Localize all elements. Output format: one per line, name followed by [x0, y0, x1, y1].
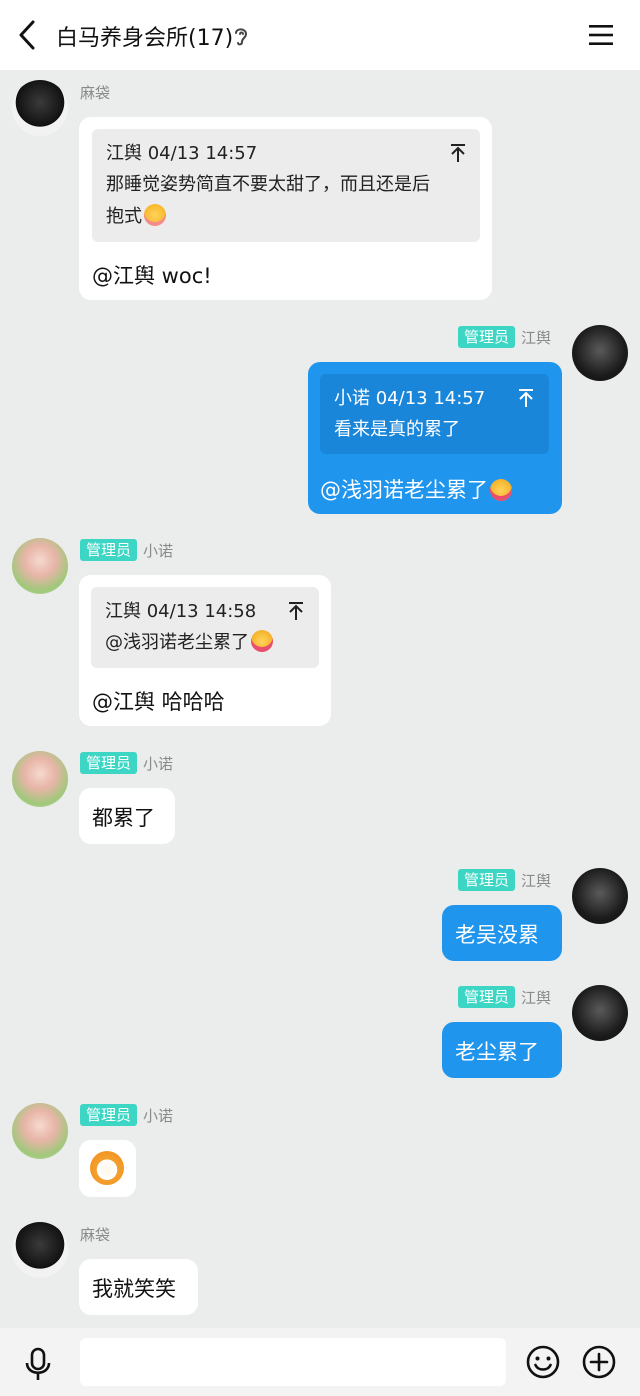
- sender-row: 管理员 江舆: [458, 325, 551, 349]
- avatar[interactable]: [572, 325, 628, 381]
- message-bubble[interactable]: 都累了: [79, 788, 175, 844]
- message-input[interactable]: [80, 1338, 506, 1386]
- sender-name: 麻袋: [80, 83, 111, 102]
- admin-badge: 管理员: [80, 1104, 138, 1126]
- message-bubble[interactable]: 我就笑笑: [79, 1259, 198, 1315]
- message-bubble[interactable]: 小诺 04/13 14:57 看来是真的累了 @浅羽诺老尘累了: [308, 362, 562, 514]
- message-bubble[interactable]: 江舆 04/13 14:58 @浅羽诺老尘累了 @江舆 哈哈哈: [79, 575, 331, 726]
- menu-button[interactable]: [586, 22, 616, 48]
- sender-row: 管理员 小诺: [80, 751, 173, 775]
- sender-row: 管理员 江舆: [458, 868, 551, 892]
- pin-top-icon[interactable]: [287, 601, 305, 621]
- ear-icon[interactable]: [232, 24, 250, 48]
- pin-top-icon[interactable]: [517, 388, 535, 408]
- emoji-blush-icon: [144, 204, 166, 226]
- sender-name: 江舆: [521, 328, 552, 347]
- quote-header: 小诺 04/13 14:57: [334, 388, 486, 409]
- input-bar: [0, 1328, 640, 1396]
- message-bubble[interactable]: 江舆 04/13 14:57 那睡觉姿势简直不要太甜了，而且还是后 抱式 @江舆 …: [79, 117, 492, 300]
- quote-text: 看来是真的累了: [334, 419, 460, 440]
- plus-button[interactable]: [581, 1344, 617, 1380]
- admin-badge: 管理员: [458, 869, 516, 891]
- quote-header: 江舆 04/13 14:58: [105, 601, 257, 622]
- emoji-icon: [526, 1345, 560, 1379]
- message-text: 都累了: [92, 806, 155, 830]
- avatar[interactable]: [12, 1103, 68, 1159]
- sender-name: 小诺: [143, 541, 174, 560]
- emoji-tongue-icon: [490, 479, 512, 501]
- message-bubble[interactable]: 老吴没累: [442, 905, 562, 961]
- sender-row: 管理员 小诺: [80, 538, 173, 562]
- avatar[interactable]: [12, 751, 68, 807]
- shiba-sticker-icon[interactable]: [90, 1151, 124, 1185]
- message-text: @浅羽诺老尘累了: [320, 474, 512, 504]
- quoted-message[interactable]: 江舆 04/13 14:58 @浅羽诺老尘累了: [91, 587, 319, 668]
- emoji-button[interactable]: [525, 1344, 561, 1380]
- admin-badge: 管理员: [458, 326, 516, 348]
- avatar[interactable]: [12, 80, 68, 136]
- quoted-message[interactable]: 小诺 04/13 14:57 看来是真的累了: [320, 374, 549, 454]
- sender-row: 管理员 小诺: [80, 1103, 173, 1127]
- sender-name: 麻袋: [80, 1225, 111, 1244]
- admin-badge: 管理员: [458, 986, 516, 1008]
- back-arrow-icon: [19, 20, 35, 50]
- sender-row: 麻袋: [80, 1222, 110, 1246]
- sender-name: 小诺: [143, 754, 174, 773]
- quote-text: 那睡觉姿势简直不要太甜了，而且还是后 抱式: [106, 174, 430, 227]
- emoji-tongue-icon: [251, 630, 273, 652]
- admin-badge: 管理员: [80, 752, 138, 774]
- sender-name: 江舆: [521, 871, 552, 890]
- sender-name: 江舆: [521, 988, 552, 1007]
- avatar[interactable]: [572, 985, 628, 1041]
- voice-button[interactable]: [22, 1346, 54, 1382]
- sender-row: 管理员 江舆: [458, 985, 551, 1009]
- quote-header: 江舆 04/13 14:57: [106, 143, 258, 164]
- avatar[interactable]: [572, 868, 628, 924]
- mic-icon: [25, 1347, 51, 1380]
- sender-name: 小诺: [143, 1106, 174, 1125]
- message-text: @江舆 woc!: [92, 264, 212, 288]
- sender-row: 麻袋: [80, 80, 110, 104]
- admin-badge: 管理员: [80, 539, 138, 561]
- plus-icon: [582, 1345, 616, 1379]
- message-text: @江舆 哈哈哈: [92, 690, 225, 714]
- menu-icon: [589, 25, 613, 45]
- avatar[interactable]: [12, 1222, 68, 1278]
- top-bar: 白马养身会所(17): [0, 0, 640, 70]
- message-text: 老尘累了: [455, 1040, 539, 1064]
- chat-title: 白马养身会所(17): [56, 26, 234, 51]
- quote-text: @浅羽诺老尘累了: [105, 627, 273, 659]
- quoted-message[interactable]: 江舆 04/13 14:57 那睡觉姿势简直不要太甜了，而且还是后 抱式: [92, 129, 480, 242]
- message-bubble[interactable]: 老尘累了: [442, 1022, 562, 1078]
- message-text: 我就笑笑: [92, 1277, 176, 1301]
- avatar[interactable]: [12, 538, 68, 594]
- message-text: 老吴没累: [455, 923, 539, 947]
- pin-top-icon[interactable]: [449, 143, 467, 163]
- back-button[interactable]: [14, 18, 44, 52]
